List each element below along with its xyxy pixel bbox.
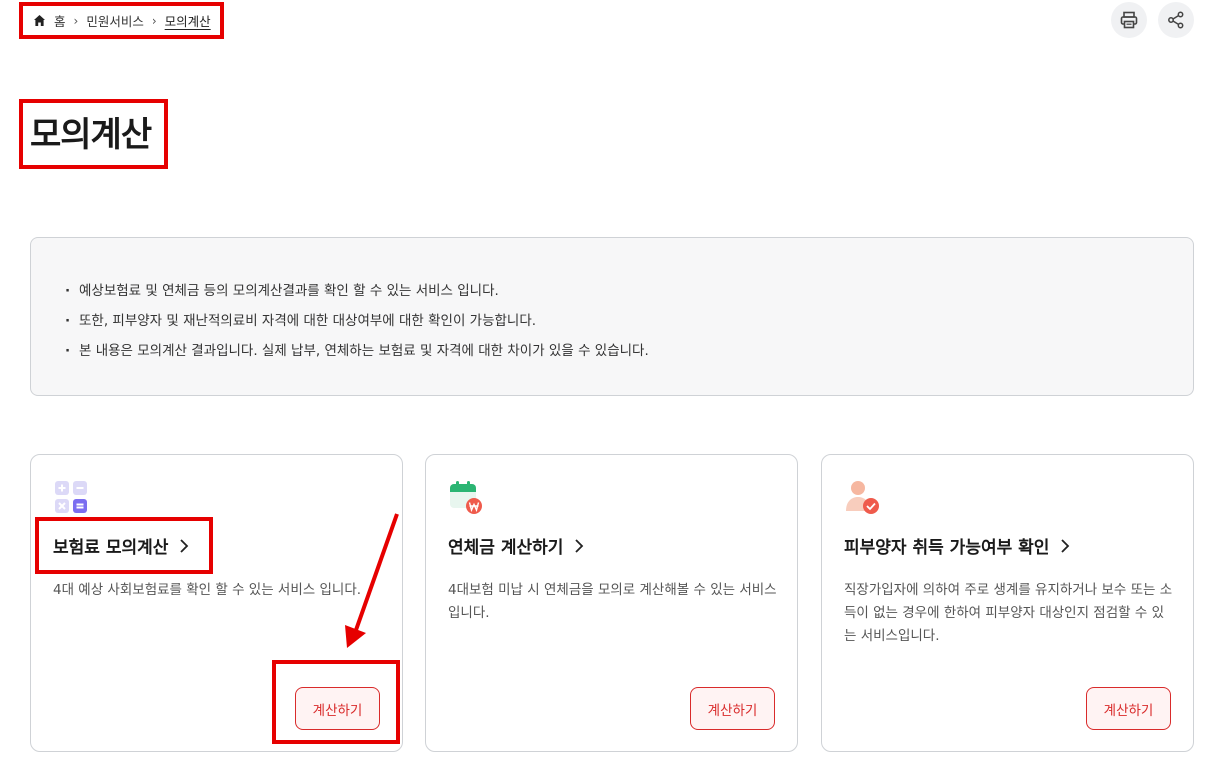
info-item: 예상보험료 및 연체금 등의 모의계산결과를 확인 할 수 있는 서비스 입니다… — [65, 276, 1193, 306]
card-dependent-eligibility: 피부양자 취득 가능여부 확인 직장가입자에 의하여 주로 생계를 유지하거나 … — [821, 454, 1194, 752]
card-description: 직장가입자에 의하여 주로 생계를 유지하거나 보수 또는 소득이 없는 경우에… — [844, 582, 1173, 644]
calculator-icon — [53, 479, 89, 515]
calculate-button[interactable]: 계산하기 — [295, 687, 380, 730]
breadcrumb-current[interactable]: 모의계산 — [165, 11, 211, 30]
card-title: 피부양자 취득 가능여부 확인 — [844, 538, 1050, 558]
card-late-fee: 연체금 계산하기 4대보험 미납 시 연체금을 모의로 계산해볼 수 있는 서비… — [425, 454, 798, 752]
card-title: 연체금 계산하기 — [448, 538, 564, 558]
breadcrumb-home[interactable]: 홈 — [54, 11, 66, 30]
page: 홈 › 민원서비스 › 모의계산 모의계산 예상보험료 및 연체금 등의 모의계… — [0, 0, 1217, 761]
print-button[interactable] — [1111, 2, 1147, 38]
card-title-link[interactable]: 연체금 계산하기 — [448, 533, 585, 558]
chevron-right-icon: › — [151, 13, 157, 28]
home-icon[interactable] — [33, 14, 46, 27]
chevron-right-icon — [573, 538, 585, 554]
info-list: 예상보험료 및 연체금 등의 모의계산결과를 확인 할 수 있는 서비스 입니다… — [65, 276, 1193, 366]
person-check-icon — [844, 479, 880, 515]
chevron-right-icon: › — [73, 13, 79, 28]
breadcrumb-civil-service[interactable]: 민원서비스 — [86, 11, 144, 30]
card-premium-calculation: 보험료 모의계산 4대 예상 사회보험료를 확인 할 수 있는 서비스 입니다.… — [30, 454, 403, 752]
share-icon — [1168, 11, 1184, 29]
card-description: 4대보험 미납 시 연체금을 모의로 계산해볼 수 있는 서비스입니다. — [448, 582, 777, 621]
chevron-right-icon — [178, 538, 190, 554]
card-title: 보험료 모의계산 — [53, 538, 169, 558]
info-box: 예상보험료 및 연체금 등의 모의계산결과를 확인 할 수 있는 서비스 입니다… — [30, 237, 1194, 396]
info-item: 또한, 피부양자 및 재난적의료비 자격에 대한 대상여부에 대한 확인이 가능… — [65, 306, 1193, 336]
chevron-right-icon — [1059, 538, 1071, 554]
info-item: 본 내용은 모의계산 결과입니다. 실제 납부, 연체하는 보험료 및 자격에 … — [65, 336, 1193, 366]
card-description: 4대 예상 사회보험료를 확인 할 수 있는 서비스 입니다. — [53, 582, 362, 598]
share-button[interactable] — [1158, 2, 1194, 38]
printer-icon — [1120, 11, 1138, 29]
breadcrumb: 홈 › 민원서비스 › 모의계산 — [19, 2, 221, 39]
calculate-button[interactable]: 계산하기 — [1086, 687, 1171, 730]
calendar-won-icon — [448, 479, 484, 515]
calculate-button[interactable]: 계산하기 — [690, 687, 775, 730]
card-title-link[interactable]: 보험료 모의계산 — [53, 533, 190, 558]
page-title: 모의계산 — [30, 115, 152, 155]
card-title-link[interactable]: 피부양자 취득 가능여부 확인 — [844, 533, 1071, 558]
